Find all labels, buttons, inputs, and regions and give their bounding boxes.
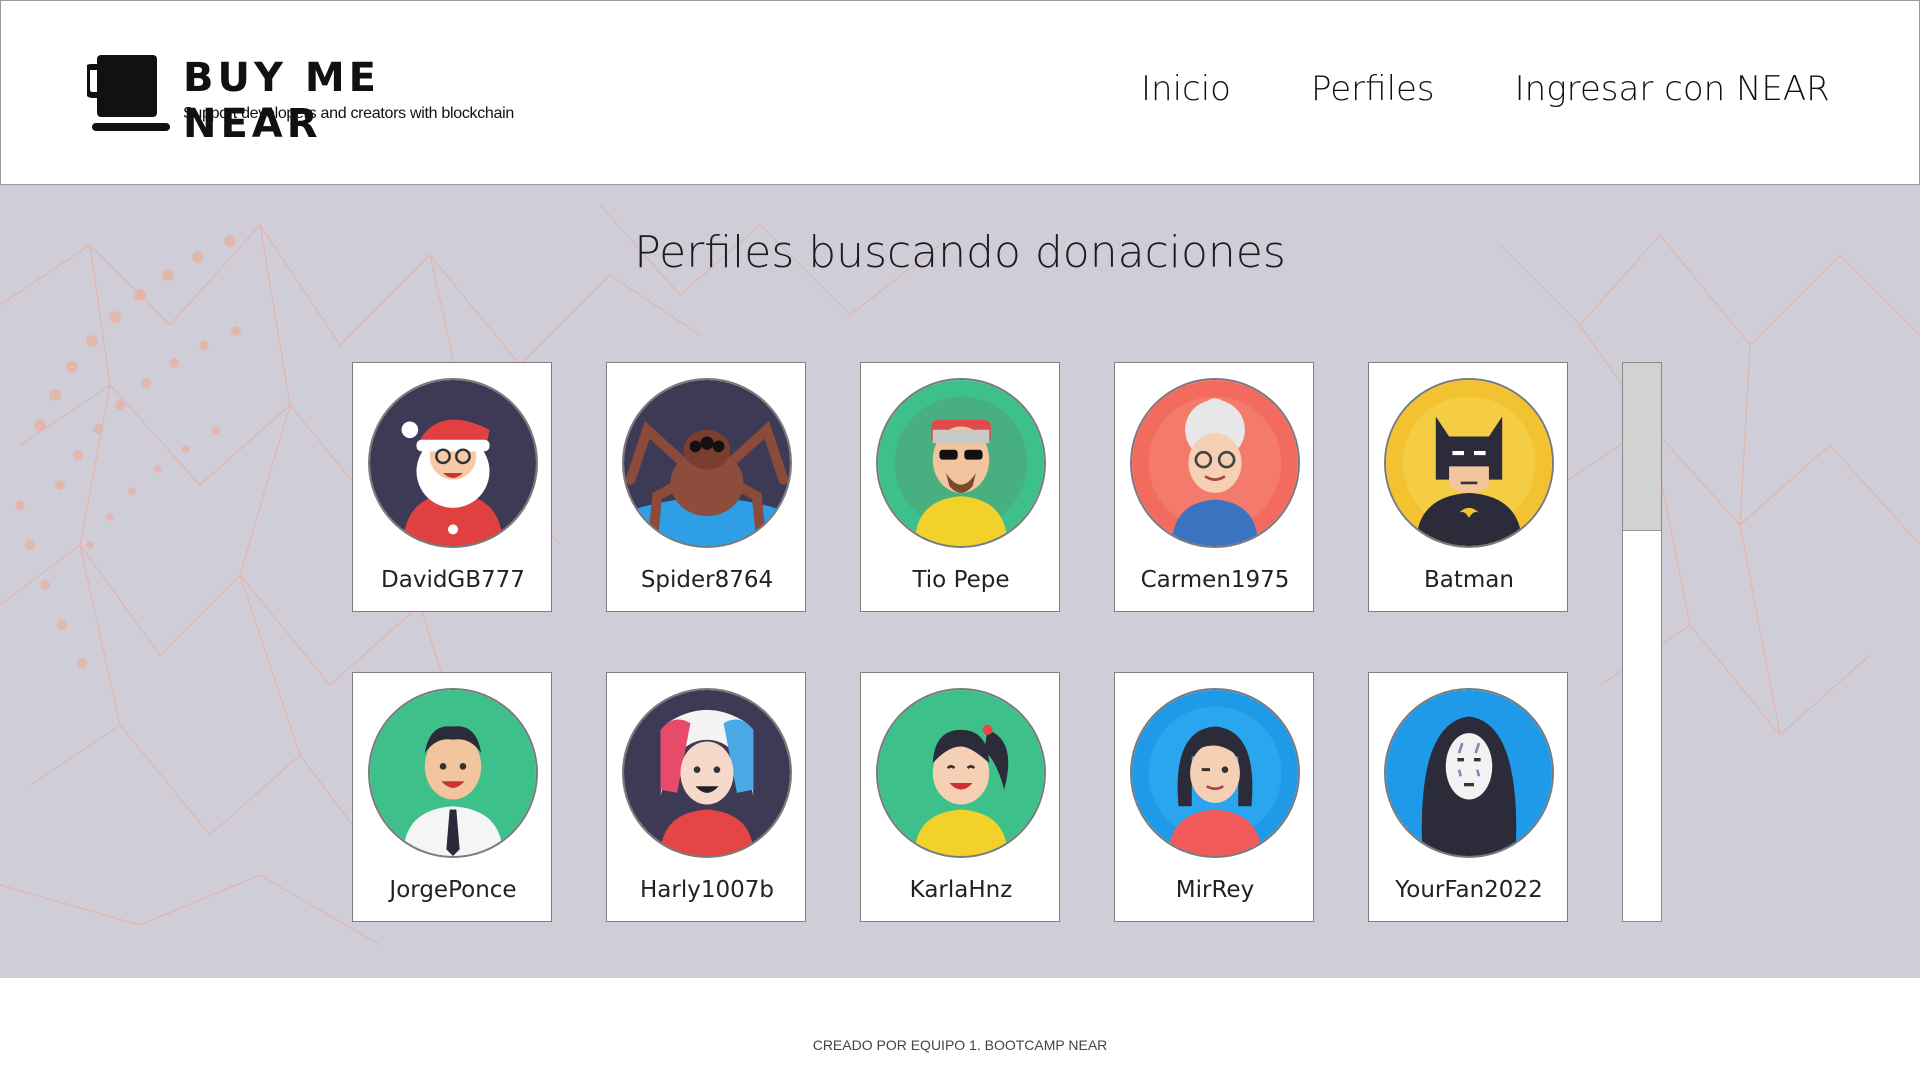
profile-name: YourFan2022 (1395, 877, 1543, 903)
no-face-avatar (1384, 688, 1554, 858)
profiles-section: Perfiles buscando donaciones DavidGB777 … (0, 185, 1920, 978)
profile-card[interactable]: MirRey (1114, 672, 1314, 922)
profile-card[interactable]: Carmen1975 (1114, 362, 1314, 612)
profile-card[interactable]: Batman (1368, 362, 1568, 612)
profile-name: DavidGB777 (381, 567, 525, 593)
winking-girl-avatar (1130, 688, 1300, 858)
batman-avatar (1384, 378, 1554, 548)
profile-name: Tio Pepe (912, 567, 1010, 593)
profile-card[interactable]: DavidGB777 (352, 362, 552, 612)
santa-avatar (368, 378, 538, 548)
profile-name: KarlaHnz (909, 877, 1013, 903)
nav-perfiles[interactable]: Perfiles (1311, 69, 1435, 109)
profile-card[interactable]: Harly1007b (606, 672, 806, 922)
profile-name: JorgePonce (389, 877, 517, 903)
site-footer: CREADO POR EQUIPO 1. BOOTCAMP NEAR (812, 1037, 1108, 1053)
profile-card[interactable]: KarlaHnz (860, 672, 1060, 922)
page-title: Perfiles buscando donaciones (634, 227, 1286, 278)
heisenberg-avatar (876, 378, 1046, 548)
girl-ponytail-avatar (876, 688, 1046, 858)
main-nav: Inicio Perfiles Ingresar con NEAR (1141, 69, 1830, 109)
profiles-scrollbar[interactable] (1622, 362, 1662, 922)
site-header: BUY ME NEAR Support developers and creat… (0, 0, 1920, 185)
grandma-avatar (1130, 378, 1300, 548)
nav-ingresar-near[interactable]: Ingresar con NEAR (1515, 69, 1830, 109)
businessman-avatar (368, 688, 538, 858)
profile-card[interactable]: YourFan2022 (1368, 672, 1568, 922)
profile-name: MirRey (1175, 877, 1255, 903)
profile-card[interactable]: JorgePonce (352, 672, 552, 922)
profile-name: Spider8764 (640, 567, 774, 593)
profile-grid: DavidGB777 Spider8764 Tio Pepe Carmen197… (352, 362, 1572, 922)
profile-card[interactable]: Spider8764 (606, 362, 806, 612)
scrollbar-thumb[interactable] (1623, 363, 1661, 531)
profile-name: Harly1007b (640, 877, 774, 903)
spider-avatar (622, 378, 792, 548)
nav-inicio[interactable]: Inicio (1141, 69, 1231, 109)
brand-logo[interactable]: BUY ME NEAR Support developers and creat… (87, 55, 527, 147)
brand-tagline: Support developers and creators with blo… (183, 105, 514, 122)
brand-name: BUY ME NEAR (183, 55, 380, 147)
profile-name: Carmen1975 (1140, 567, 1290, 593)
harley-avatar (622, 688, 792, 858)
profile-name: Batman (1424, 567, 1514, 593)
profile-card[interactable]: Tio Pepe (860, 362, 1060, 612)
coffee-cup-icon (87, 55, 170, 131)
